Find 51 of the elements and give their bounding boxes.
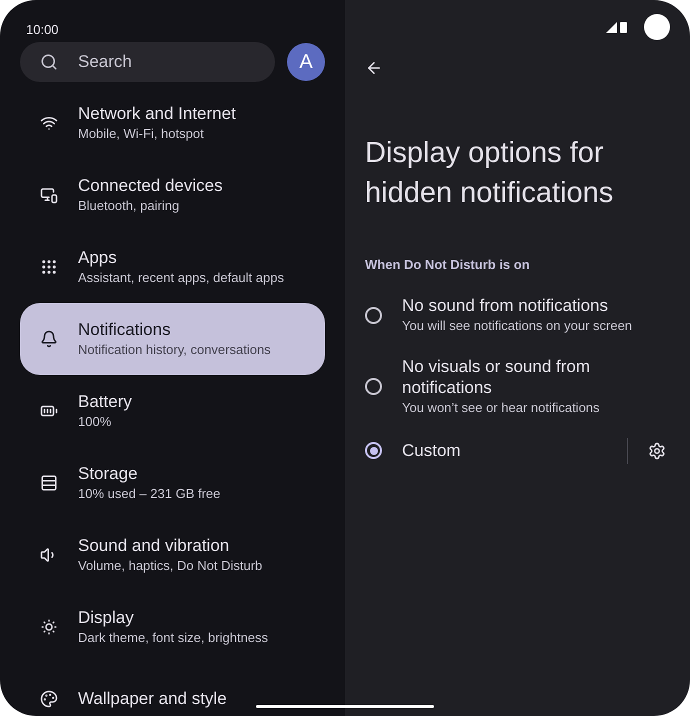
item-title: Network and Internet [78,103,236,125]
navigation-handle[interactable] [256,705,434,708]
item-subtitle: Volume, haptics, Do Not Disturb [78,557,262,575]
camera-cutout [644,14,670,40]
item-title: Notifications [78,319,172,341]
item-title: Display [78,607,135,629]
settings-item[interactable]: Apps Assistant, recent apps, default apps [20,231,325,303]
status-time: 10:00 [26,22,59,37]
search-field[interactable]: Search [20,42,275,82]
settings-item[interactable]: Display Dark theme, font size, brightness [20,591,325,663]
settings-item[interactable]: Connected devices Bluetooth, pairing [20,159,325,231]
item-title: Connected devices [78,175,223,197]
option-description: You will see notifications on your screen [402,316,634,335]
radio-button[interactable] [365,378,382,395]
settings-item[interactable]: Network and Internet Mobile, Wi-Fi, hotspot [20,87,325,159]
settings-icon[interactable] [648,442,666,460]
wifi-icon [40,114,58,132]
sun-icon [40,618,58,636]
avatar[interactable]: A [287,43,325,81]
item-title: Storage [78,463,139,485]
item-subtitle: 10% used – 231 GB free [78,485,220,503]
bell-icon [40,330,58,348]
radio-button[interactable] [365,306,382,324]
item-subtitle: 100% [78,413,112,431]
radio-button[interactable] [365,442,382,459]
item-subtitle: Dark theme, font size, brightness [78,629,268,647]
item-title: Sound and vibration [78,535,230,557]
back-button[interactable] [365,59,383,77]
settings-item[interactable]: Storage 10% used – 231 GB free [20,447,325,519]
section-header: When Do Not Disturb is on [365,256,531,274]
item-subtitle: Notification history, conversations [78,341,271,359]
option-label: No visuals or sound from notifications [402,356,592,398]
dots-grid-icon [40,258,58,276]
search-icon [40,53,58,71]
settings-item[interactable]: Battery 100% [20,375,325,447]
item-subtitle: Bluetooth, pairing [78,197,180,215]
item-subtitle: Assistant, recent apps, default apps [78,269,284,287]
item-title: Wallpaper and style [78,688,227,710]
page-title: Display options for hidden notifications [365,136,614,211]
settings-item[interactable]: Notifications Notification history, conversations [20,303,325,375]
option-label: No sound from notifications [402,294,609,316]
item-title: Battery [78,391,132,413]
palette-icon [40,690,58,708]
item-subtitle: Mobile, Wi-Fi, hotspot [78,125,205,143]
settings-item[interactable]: Wallpaper and style [20,663,325,716]
option-label: Custom [402,440,462,461]
stacked-rows-icon [40,474,58,492]
option-description: You won’t see or hear notifications [402,398,601,416]
item-title: Apps [78,247,118,269]
settings-item[interactable]: Sound and vibration Volume, haptics, Do Not Disturb [20,519,325,591]
devices-icon [40,186,58,204]
